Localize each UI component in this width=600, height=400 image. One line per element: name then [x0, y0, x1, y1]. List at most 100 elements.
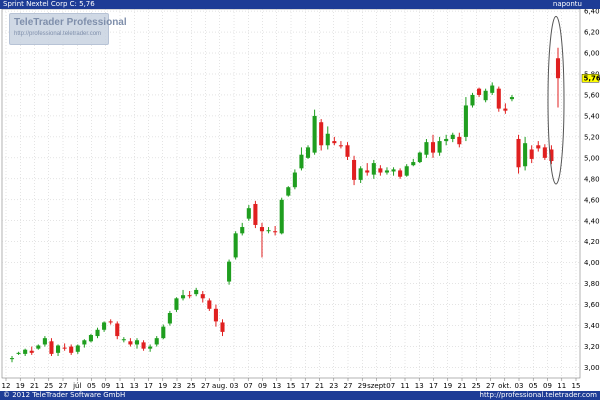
- candle-body: [174, 298, 179, 310]
- candle-body: [115, 323, 120, 337]
- price-chart: 3,00 3,20 3,40 3,60 3,80 4,00 4,20 4,40 4,60 4,80…: [1, 8, 600, 390]
- candle-body: [180, 295, 186, 299]
- x-tick-label: 05: [529, 382, 538, 390]
- candle-body: [42, 338, 47, 345]
- logo-url: http://professional.teletrader.com: [14, 31, 102, 37]
- candle-body: [220, 322, 225, 332]
- date-axis: 12 19 21 25 27 júl 05 09 11 13 17 19 23 25 27 aug. 03 07 0…: [2, 378, 580, 390]
- candle-body: [470, 94, 475, 106]
- candle: [174, 297, 179, 312]
- candle-body: [88, 335, 93, 342]
- current-price-label: 5,76: [584, 75, 600, 83]
- candle-body: [352, 159, 357, 180]
- x-tick-label: 21: [30, 382, 39, 390]
- candle-body: [240, 227, 245, 234]
- candle-body: [496, 88, 501, 109]
- y-tick-label: 3,40: [584, 322, 600, 330]
- candle-body: [95, 329, 100, 337]
- y-tick-label: 4,00: [584, 259, 600, 267]
- x-tick-label: 05: [87, 382, 96, 390]
- x-tick-label: okt.: [498, 382, 511, 390]
- y-tick-label: 5,60: [584, 91, 600, 99]
- x-tick-label: 07: [386, 382, 395, 390]
- x-tick-label: 27: [201, 382, 210, 390]
- candle-body: [279, 199, 284, 234]
- candle-body: [200, 294, 205, 299]
- candle-body: [161, 326, 166, 339]
- y-tick-label: 3,20: [584, 343, 600, 351]
- candle-body: [338, 145, 343, 147]
- candle-body: [187, 295, 192, 297]
- candle-body: [483, 90, 488, 101]
- candle-body: [391, 169, 396, 172]
- x-tick-label: 15: [287, 382, 296, 390]
- candle-body: [398, 170, 403, 177]
- candle-body: [16, 352, 21, 354]
- y-tick-label: 4,80: [584, 175, 600, 183]
- chart-title: Sprint Nextel Corp C: 5,76: [3, 0, 95, 9]
- price-axis: 3,00 3,20 3,40 3,60 3,80 4,00 4,20 4,40 4,60 4,80…: [581, 8, 600, 372]
- candle-body: [430, 142, 436, 153]
- x-tick-label: 19: [158, 382, 167, 390]
- candle-body: [345, 145, 350, 157]
- instrument-name: Sprint Nextel Corp: [3, 0, 68, 8]
- candle-body: [273, 231, 278, 233]
- candle-body: [384, 170, 390, 173]
- candle-body: [523, 143, 528, 167]
- y-tick-label: 6,00: [584, 50, 600, 58]
- candle-body: [325, 133, 330, 146]
- candle-body: [490, 85, 495, 93]
- candle-body: [542, 147, 547, 158]
- candle: [312, 109, 317, 155]
- x-tick-label: 13: [272, 382, 281, 390]
- x-tick-label: 19: [443, 382, 452, 390]
- candle-body: [555, 58, 561, 79]
- candle-body: [516, 138, 521, 168]
- candle: [253, 200, 258, 229]
- y-tick-label: 3,00: [584, 364, 600, 372]
- y-tick-label: 4,40: [584, 217, 600, 225]
- y-tick-label: 4,60: [584, 196, 600, 204]
- candle-body: [148, 346, 153, 349]
- x-tick-label: szept: [367, 382, 386, 390]
- x-tick-label: 11: [557, 382, 566, 390]
- candle-body: [167, 313, 172, 324]
- x-tick-label: 09: [543, 382, 552, 390]
- x-tick-label: 21: [315, 382, 324, 390]
- candle: [417, 151, 422, 164]
- candle-body: [417, 152, 422, 163]
- y-tick-label: 6,20: [584, 29, 600, 37]
- candle-body: [253, 203, 258, 225]
- y-tick-label: 3,80: [584, 280, 600, 288]
- candle-body: [509, 97, 514, 100]
- candle-body: [305, 147, 311, 158]
- candle-body: [29, 350, 34, 353]
- x-tick-label: 25: [44, 382, 53, 390]
- teletrader-logo: TeleTrader Professional http://professio…: [9, 13, 127, 45]
- candle: [161, 324, 166, 340]
- candle-body: [378, 168, 383, 173]
- candle-body: [411, 162, 416, 166]
- footer-bar: © 2012 TeleTrader Software GmbH http://p…: [0, 391, 600, 400]
- chart-grid: [1, 8, 581, 379]
- candle-body: [233, 233, 238, 258]
- y-tick-label: 5,40: [584, 112, 600, 120]
- candle-body: [194, 289, 199, 295]
- x-tick-label: 17: [429, 382, 438, 390]
- x-tick-label: 17: [144, 382, 153, 390]
- candle-body: [450, 134, 455, 139]
- x-tick-label: júl: [72, 382, 81, 390]
- candle-body: [358, 168, 363, 180]
- logo-brand: TeleTrader Professional: [14, 17, 127, 28]
- candle-body: [227, 261, 232, 282]
- x-tick-label: 23: [173, 382, 182, 390]
- candle-body: [207, 300, 212, 309]
- y-tick-label: 3,60: [584, 301, 600, 309]
- period-label: napontu: [552, 0, 582, 8]
- candle-body: [503, 108, 508, 111]
- x-tick-label: 21: [458, 382, 467, 390]
- candle-body: [213, 308, 218, 322]
- x-tick-label: 27: [344, 382, 353, 390]
- candle-body: [424, 142, 429, 155]
- x-tick-label: aug.: [212, 382, 227, 390]
